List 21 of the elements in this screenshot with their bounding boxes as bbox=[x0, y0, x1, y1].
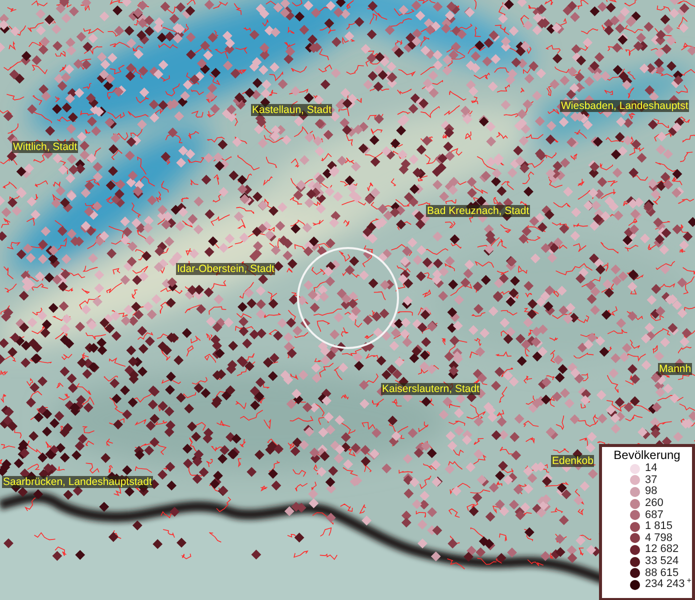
place-label: Wittlich, Stadt bbox=[12, 141, 78, 153]
legend-label: 88 615 bbox=[645, 568, 679, 579]
place-label: Bad Kreuznach, Stadt bbox=[426, 205, 530, 217]
legend-label: 37 bbox=[645, 474, 658, 486]
place-label: Kastellaun, Stadt bbox=[251, 104, 332, 116]
legend-label: 260 bbox=[645, 498, 664, 510]
legend-label: 687 bbox=[645, 510, 664, 521]
legend-label: 12 682 bbox=[645, 544, 679, 556]
legend-label: 1 815 bbox=[645, 521, 673, 532]
place-label: Wiesbaden, Landeshauptst bbox=[560, 100, 690, 112]
legend-title: Bevölkerung bbox=[612, 448, 682, 462]
place-label: Saarbrücken, Landeshauptstadt bbox=[2, 476, 153, 488]
legend-label: 234 243$^{+}$ bbox=[645, 579, 692, 590]
place-label: Idar-Oberstein, Stadt bbox=[176, 263, 276, 275]
legend-label: 33 524 bbox=[645, 556, 679, 568]
legend-label: 98 bbox=[645, 486, 658, 498]
legend-label: 4 798 bbox=[645, 532, 673, 544]
legend-label: 14 bbox=[645, 463, 658, 474]
place-label: Mannh bbox=[658, 363, 692, 375]
place-label: Kaiserslautern, Stadt bbox=[381, 383, 480, 395]
place-label: Edenkob bbox=[551, 455, 594, 467]
